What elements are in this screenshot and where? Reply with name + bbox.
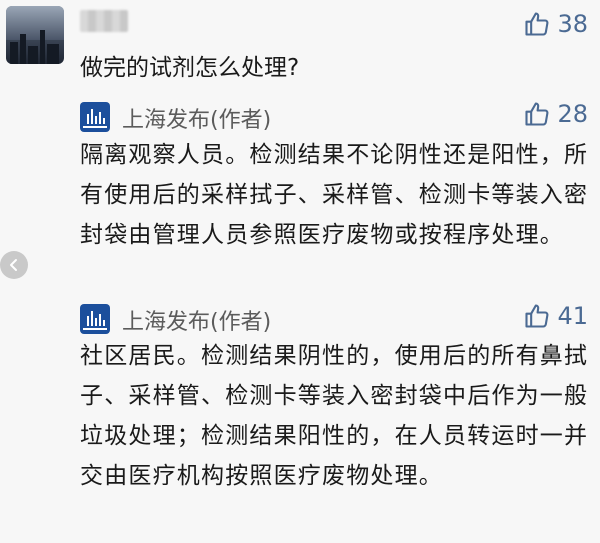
reply-author[interactable]: 上海发布(作者) bbox=[122, 102, 271, 134]
reply-text: 隔离观察人员。检测结果不论阴性还是阳性，所有使用后的采样拭子、采样管、检测卡等装… bbox=[80, 142, 589, 248]
user-comment: 38 做完的试剂怎么处理? bbox=[0, 0, 600, 90]
official-avatar[interactable] bbox=[80, 304, 110, 334]
like-button[interactable]: 38 bbox=[523, 10, 588, 38]
like-button[interactable]: 41 bbox=[523, 302, 588, 330]
user-avatar[interactable] bbox=[6, 6, 64, 64]
official-avatar[interactable] bbox=[80, 102, 110, 132]
like-count: 28 bbox=[557, 100, 588, 128]
like-button[interactable]: 28 bbox=[523, 100, 588, 128]
thumbs-up-icon bbox=[525, 102, 549, 126]
reply-author[interactable]: 上海发布(作者) bbox=[122, 304, 271, 336]
thumbs-up-icon bbox=[525, 304, 549, 328]
like-count: 38 bbox=[557, 10, 588, 38]
reply-text: 社区居民。检测结果阴性的，使用后的所有鼻拭子、采样管、检测卡等装入密封袋中后作为… bbox=[80, 343, 589, 489]
comment-text: 做完的试剂怎么处理? bbox=[80, 55, 300, 81]
thumbs-up-icon bbox=[525, 12, 549, 36]
chevron-left-icon bbox=[10, 259, 17, 271]
like-count: 41 bbox=[557, 302, 588, 330]
user-name-blurred bbox=[80, 10, 128, 32]
scroll-left-button[interactable] bbox=[0, 251, 28, 279]
